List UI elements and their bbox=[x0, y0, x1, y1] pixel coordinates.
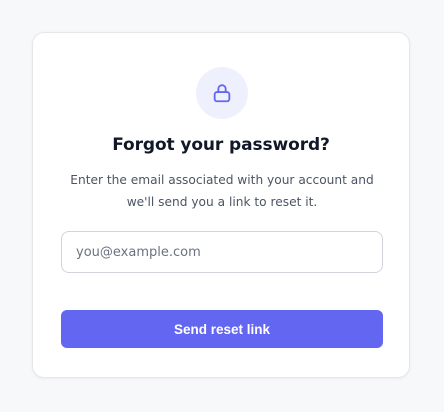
reset-password-card: Forgot your password? Enter the email as… bbox=[32, 32, 410, 378]
email-field[interactable] bbox=[61, 231, 383, 273]
page-title: Forgot your password? bbox=[112, 135, 330, 155]
lock-icon bbox=[213, 84, 231, 103]
send-reset-link-button[interactable]: Send reset link bbox=[61, 310, 383, 348]
lock-icon-badge bbox=[196, 67, 248, 119]
page-description: Enter the email associated with your acc… bbox=[70, 173, 374, 209]
